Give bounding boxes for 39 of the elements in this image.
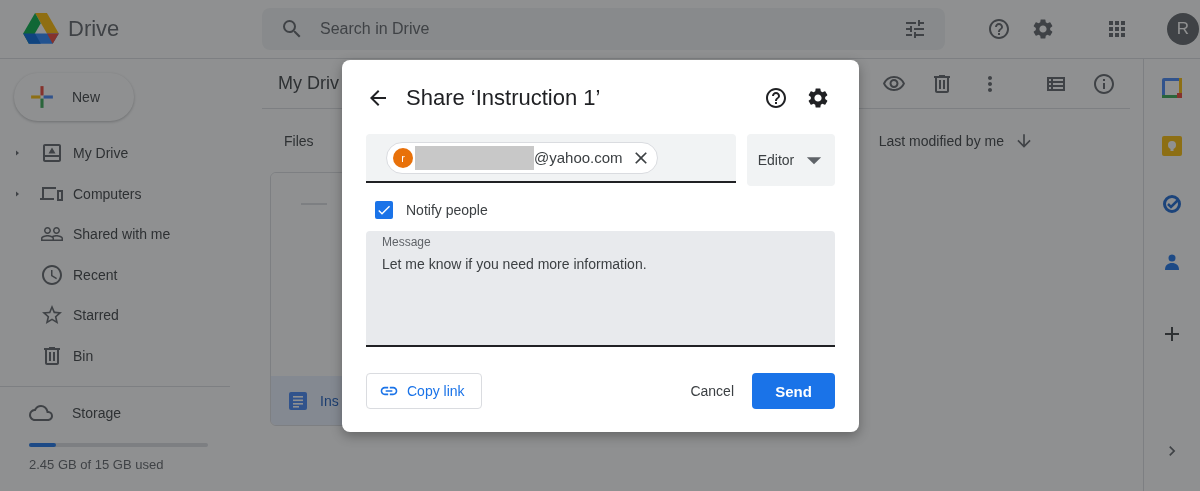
filter-sliders-icon[interactable] xyxy=(903,17,927,41)
account-avatar[interactable]: R xyxy=(1167,13,1199,45)
storage-usage: 2.45 GB of 15 GB used xyxy=(29,457,165,472)
recipient-avatar: r xyxy=(393,147,413,168)
calendar-icon[interactable] xyxy=(1162,78,1182,98)
tasks-check-icon[interactable] xyxy=(1162,194,1182,214)
new-button[interactable]: New xyxy=(14,73,134,121)
dialog-title: Share ‘Instruction 1’ xyxy=(406,85,601,111)
recipient-field[interactable]: r @yahoo.com xyxy=(366,134,736,183)
section-heading: Files xyxy=(284,133,314,149)
storage-item[interactable]: Storage xyxy=(29,401,262,425)
notify-checkbox[interactable] xyxy=(375,201,393,219)
settings-icon[interactable] xyxy=(806,86,830,110)
copy-link-button[interactable]: Copy link xyxy=(366,373,482,409)
sidebar-item[interactable]: My Drive xyxy=(0,133,230,174)
drive-logo-icon xyxy=(22,13,60,45)
send-button[interactable]: Send xyxy=(752,373,835,409)
cancel-button[interactable]: Cancel xyxy=(672,373,752,409)
message-field[interactable]: Message Let me know if you need more information. xyxy=(366,231,835,347)
sidebar-item[interactable]: Bin xyxy=(0,335,230,376)
contacts-person-icon[interactable] xyxy=(1162,252,1182,272)
recipient-chip[interactable]: r @yahoo.com xyxy=(386,141,658,174)
sidebar-item[interactable]: Recent xyxy=(0,254,230,295)
sort-label[interactable]: Last modified by me xyxy=(878,133,1004,149)
notify-label: Notify people xyxy=(406,202,488,218)
search-field[interactable]: Search in Drive xyxy=(318,19,889,39)
product-name: Drive xyxy=(68,16,120,42)
sidebar-item[interactable]: Computers xyxy=(0,173,230,214)
info-icon[interactable] xyxy=(1092,71,1116,96)
role-dropdown[interactable]: Editor xyxy=(747,134,835,186)
search-bar[interactable]: Search in Drive xyxy=(262,8,945,50)
plus-icon xyxy=(28,83,56,111)
recipient-email: @yahoo.com xyxy=(534,149,623,166)
document-icon xyxy=(289,391,307,410)
sidebar-item[interactable]: Shared with me xyxy=(0,214,230,255)
page-title: My Driv xyxy=(278,73,339,94)
help-icon[interactable] xyxy=(764,86,788,110)
clock-icon xyxy=(40,262,64,287)
sidebar-item[interactable]: Starred xyxy=(0,295,230,336)
